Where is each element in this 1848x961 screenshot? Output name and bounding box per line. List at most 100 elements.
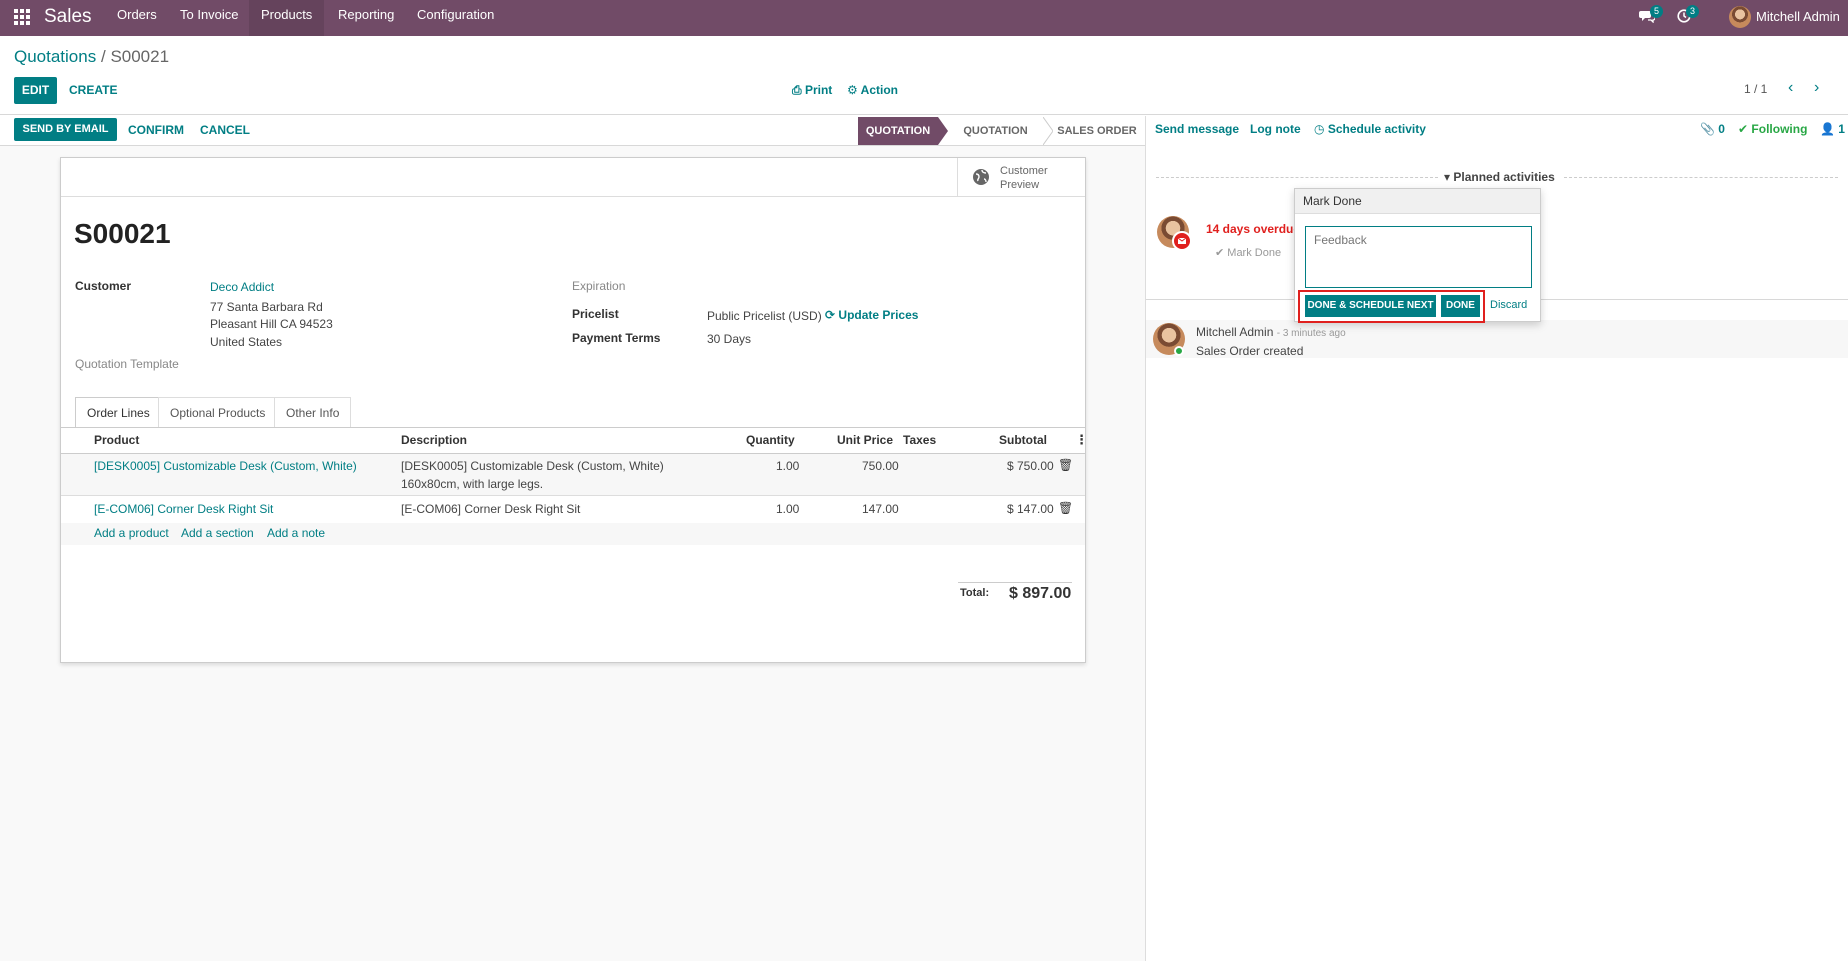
pager-previous-icon[interactable]: ‹ (1788, 79, 1793, 97)
update-prices-button[interactable]: ⟳ Update Prices (825, 308, 918, 322)
line-1-description-1[interactable]: [DESK0005] Customizable Desk (Custom, Wh… (401, 459, 664, 473)
message-body: Sales Order created (1196, 344, 1304, 358)
column-product[interactable]: Product (94, 433, 139, 447)
customer-name-link[interactable]: Deco Addict (210, 280, 274, 294)
pricelist-value[interactable]: Public Pricelist (USD) (707, 309, 822, 323)
pager-value[interactable]: 1 / 1 (1744, 82, 1767, 96)
mark-done-link[interactable]: ✔ Mark Done (1215, 246, 1281, 259)
menu-reporting[interactable]: Reporting (326, 0, 406, 36)
optional-columns-icon[interactable]: ⋮ (1075, 432, 1088, 448)
column-unit-price[interactable]: Unit Price (837, 433, 893, 447)
customer-preview-label-2: Preview (1000, 179, 1040, 191)
print-menu[interactable]: ⎙ Print (792, 83, 832, 98)
line-1-quantity[interactable]: 1.00 (776, 459, 799, 473)
breadcrumb-quotations[interactable]: Quotations (14, 47, 96, 66)
menu-configuration[interactable]: Configuration (405, 0, 506, 36)
planned-separator-left (1156, 177, 1438, 178)
log-note-button[interactable]: Log note (1250, 122, 1301, 136)
trash-icon[interactable]: 🗑 (1058, 458, 1073, 472)
column-subtotal[interactable]: Subtotal (999, 433, 1047, 447)
action-menu[interactable]: ⚙ Action (847, 83, 898, 97)
attachments-button[interactable]: 📎 0 (1700, 122, 1725, 136)
customer-preview-button[interactable]: Customer Preview (957, 158, 1085, 197)
schedule-activity-button[interactable]: ◷ Schedule activity (1314, 122, 1426, 136)
message-author[interactable]: Mitchell Admin (1196, 325, 1273, 339)
total-value: $ 897.00 (1009, 585, 1072, 602)
apps-menu-icon[interactable] (14, 9, 30, 25)
line-1-description-2[interactable]: 160x80cm, with large legs. (401, 477, 543, 491)
followers-button[interactable]: 👤 1 (1820, 122, 1845, 136)
stage-quotation[interactable]: QUOTATION (858, 117, 938, 145)
attachments-count: 0 (1718, 122, 1725, 136)
cancel-button[interactable]: CANCEL (200, 123, 250, 137)
customer-address-line-3: United States (210, 335, 283, 349)
stage-arrow-icon (938, 117, 948, 145)
schedule-activity-label: Schedule activity (1327, 122, 1426, 136)
mark-done-label: Mark Done (1227, 247, 1282, 259)
customer-label: Customer (75, 279, 132, 293)
create-button[interactable]: CREATE (69, 83, 117, 97)
paperclip-icon: 📎 (1700, 122, 1715, 136)
globe-icon (973, 169, 989, 185)
check-icon: ✔ (1215, 247, 1225, 259)
action-label: Action (860, 83, 898, 97)
column-description[interactable]: Description (401, 433, 467, 447)
add-section-link[interactable]: Add a section (181, 526, 254, 540)
edit-button[interactable]: EDIT (14, 77, 57, 104)
line-2-quantity[interactable]: 1.00 (776, 502, 799, 516)
line-1-product[interactable]: [DESK0005] Customizable Desk (Custom, Wh… (94, 459, 357, 473)
menu-orders[interactable]: Orders (105, 0, 169, 36)
highlight-box (1298, 290, 1485, 323)
tab-optional-products[interactable]: Optional Products (158, 397, 278, 427)
tab-order-lines[interactable]: Order Lines (75, 397, 162, 428)
popover-title: Mark Done (1295, 189, 1540, 214)
top-navbar: Sales Orders To Invoice Products Reporti… (0, 0, 1848, 36)
user-avatar[interactable] (1729, 6, 1751, 28)
payment-terms-value[interactable]: 30 Days (707, 332, 751, 346)
customer-preview-label-1: Customer (1000, 165, 1048, 177)
planned-activities-label: Planned activities (1453, 170, 1555, 184)
add-product-link[interactable]: Add a product (94, 526, 169, 540)
caret-down-icon: ▾ (1444, 170, 1451, 184)
line-2-product[interactable]: [E-COM06] Corner Desk Right Sit (94, 502, 273, 516)
trash-icon[interactable]: 🗑 (1058, 501, 1073, 515)
breadcrumb: Quotations / S00021 (14, 47, 169, 67)
stage-quotation-sent[interactable]: QUOTATION SENT (948, 117, 1043, 165)
confirm-button[interactable]: CONFIRM (128, 123, 184, 137)
app-name[interactable]: Sales (44, 6, 92, 28)
send-by-email-button[interactable]: SEND BY EMAIL (14, 118, 117, 141)
tab-other-info[interactable]: Other Info (274, 397, 352, 427)
line-2-description[interactable]: [E-COM06] Corner Desk Right Sit (401, 502, 580, 516)
update-prices-label: Update Prices (838, 308, 919, 322)
followers-count: 1 (1838, 122, 1845, 136)
column-quantity[interactable]: Quantity (746, 433, 795, 447)
menu-products[interactable]: Products (249, 0, 325, 36)
breadcrumb-current: S00021 (110, 47, 170, 66)
stage-sales-order[interactable]: SALES ORDER (1053, 117, 1141, 145)
line-2-subtotal: $ 147.00 (1007, 502, 1054, 516)
gear-icon: ⚙ (847, 83, 858, 97)
control-divider (0, 114, 1848, 115)
message-author-line: Mitchell Admin - 3 minutes ago (1196, 325, 1346, 339)
discard-button[interactable]: Discard (1490, 299, 1527, 311)
tabs-divider (61, 427, 1085, 428)
add-note-link[interactable]: Add a note (267, 526, 325, 540)
menu-to-invoice[interactable]: To Invoice (168, 0, 251, 36)
line-2-unit-price[interactable]: 147.00 (862, 502, 899, 516)
send-message-button[interactable]: Send message (1155, 122, 1239, 136)
column-taxes[interactable]: Taxes (903, 433, 936, 447)
planned-separator-right (1564, 177, 1838, 178)
pager-next-icon[interactable]: › (1814, 79, 1819, 97)
following-button[interactable]: ✔ Following (1738, 122, 1807, 136)
clock-icon: ◷ (1314, 122, 1325, 136)
stage-divider-icon (1043, 117, 1053, 145)
messages-badge: 5 (1650, 5, 1664, 18)
planned-activities-toggle[interactable]: ▾ Planned activities (1444, 170, 1555, 184)
button-box (61, 158, 1085, 197)
activity-email-icon (1172, 231, 1192, 251)
feedback-textarea[interactable] (1305, 226, 1532, 288)
user-name[interactable]: Mitchell Admin (1756, 9, 1840, 24)
total-label: Total: (960, 587, 990, 599)
pricelist-label: Pricelist (572, 307, 619, 321)
line-1-unit-price[interactable]: 750.00 (862, 459, 899, 473)
